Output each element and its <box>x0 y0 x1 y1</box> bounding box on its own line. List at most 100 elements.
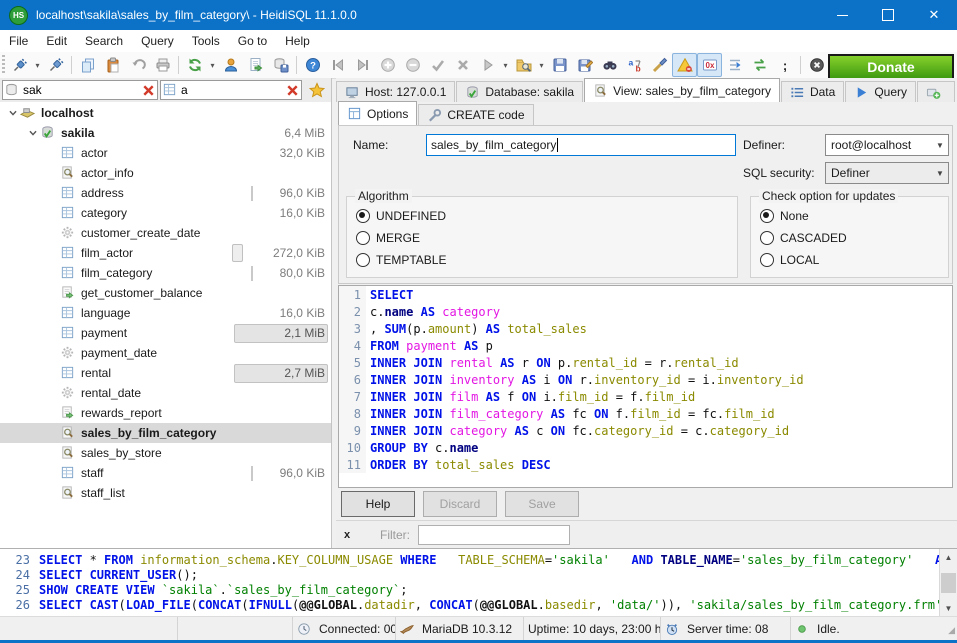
tree-item-localhost[interactable]: localhost <box>0 103 331 123</box>
tree-item-actor_info[interactable]: actor_info <box>0 163 331 183</box>
menu-item-tools[interactable]: Tools <box>183 31 229 51</box>
add-row-icon[interactable] <box>375 53 400 77</box>
tree-item-customer_create_date[interactable]: customer_create_date <box>0 223 331 243</box>
tree-item-rental_date[interactable]: rental_date <box>0 383 331 403</box>
indent-icon[interactable] <box>722 53 747 77</box>
menu-item-help[interactable]: Help <box>276 31 319 51</box>
scroll-down-icon[interactable]: ▼ <box>940 600 957 616</box>
menu-item-search[interactable]: Search <box>76 31 132 51</box>
tree-item-category[interactable]: category16,0 KiB <box>0 203 331 223</box>
replace-icon[interactable]: ab <box>622 53 647 77</box>
chevron-down-icon[interactable] <box>26 126 40 140</box>
copy-icon[interactable] <box>75 53 100 77</box>
tab-host-127-0-0-1[interactable]: Host: 127.0.0.1 <box>336 81 455 102</box>
format-brush-icon[interactable] <box>647 53 672 77</box>
run-dropdown-icon[interactable]: ▾ <box>500 54 511 76</box>
menu-item-query[interactable]: Query <box>132 31 183 51</box>
column-filter-input[interactable] <box>179 82 283 98</box>
user-manager-icon[interactable] <box>218 53 243 77</box>
open-search-icon[interactable] <box>511 53 536 77</box>
view-name-input[interactable]: sales_by_film_category <box>426 134 736 156</box>
menu-item-edit[interactable]: Edit <box>37 31 76 51</box>
reformat-icon[interactable] <box>747 53 772 77</box>
radio-temptable[interactable]: TEMPTABLE <box>347 249 737 271</box>
cancel-icon[interactable] <box>450 53 475 77</box>
tree-item-get_customer_balance[interactable]: get_customer_balance <box>0 283 331 303</box>
scroll-thumb[interactable] <box>941 573 956 593</box>
menu-item-file[interactable]: File <box>0 31 37 51</box>
filter-input[interactable] <box>418 525 570 545</box>
undo-icon[interactable] <box>125 53 150 77</box>
log-scrollbar[interactable]: ▲ ▼ <box>939 549 957 616</box>
maximize-button[interactable] <box>865 0 911 30</box>
radio-none[interactable]: None <box>751 205 948 227</box>
tree-item-payment[interactable]: payment2,1 MiB <box>0 323 331 343</box>
tree-item-language[interactable]: language16,0 KiB <box>0 303 331 323</box>
tree-item-address[interactable]: address96,0 KiB <box>0 183 331 203</box>
minimize-button[interactable] <box>819 0 865 30</box>
view-select-code-editor[interactable]: 1SELECT2c.name AS category3, SUM(p.amoun… <box>338 285 953 488</box>
tree-item-sakila[interactable]: sakila6,4 MiB <box>0 123 331 143</box>
find-icon[interactable] <box>597 53 622 77</box>
tree-item-actor[interactable]: actor32,0 KiB <box>0 143 331 163</box>
save-button[interactable]: Save <box>505 491 579 517</box>
save-icon[interactable] <box>547 53 572 77</box>
tree-item-film_actor[interactable]: film_actor272,0 KiB <box>0 243 331 263</box>
go-last-icon[interactable] <box>350 53 375 77</box>
tree-item-rewards_report[interactable]: rewards_report <box>0 403 331 423</box>
tree-item-sales_by_film_category[interactable]: sales_by_film_category <box>0 423 331 443</box>
chevron-down-icon[interactable] <box>6 106 20 120</box>
table-filter-input[interactable] <box>21 82 139 98</box>
tree-item-payment_date[interactable]: payment_date <box>0 343 331 363</box>
tab-add[interactable] <box>917 81 955 102</box>
paste-icon[interactable] <box>100 53 125 77</box>
scroll-up-icon[interactable]: ▲ <box>940 549 957 565</box>
tree-item-sales_by_store[interactable]: sales_by_store <box>0 443 331 463</box>
open-search-dropdown-icon[interactable]: ▾ <box>536 54 547 76</box>
clear-filter-icon[interactable] <box>139 82 157 98</box>
session-manager-dropdown-icon[interactable]: ▾ <box>32 54 43 76</box>
resize-grip[interactable]: ◢ <box>948 625 955 636</box>
refresh-icon[interactable] <box>182 53 207 77</box>
close-button[interactable]: ✕ <box>911 0 957 30</box>
run-icon[interactable] <box>475 53 500 77</box>
disconnect-icon[interactable] <box>43 53 68 77</box>
subtab-create-code[interactable]: CREATE code <box>418 104 533 125</box>
hex-view-icon[interactable]: 0x <box>697 53 722 77</box>
tree-item-staff[interactable]: staff96,0 KiB <box>0 463 331 483</box>
help-button[interactable]: Help <box>341 491 415 517</box>
subtab-options[interactable]: Options <box>338 101 417 125</box>
help-icon[interactable]: ? <box>300 53 325 77</box>
radio-merge[interactable]: MERGE <box>347 227 737 249</box>
remove-row-icon[interactable] <box>400 53 425 77</box>
tree-item-rental[interactable]: rental2,7 MiB <box>0 363 331 383</box>
print-icon[interactable] <box>150 53 175 77</box>
highlight-errors-icon[interactable] <box>672 53 697 77</box>
export-data-icon[interactable] <box>243 53 268 77</box>
tab-data[interactable]: Data <box>781 81 844 102</box>
discard-button[interactable]: Discard <box>423 491 497 517</box>
menu-item-go-to[interactable]: Go to <box>229 31 276 51</box>
tab-view-sales-by-film-category[interactable]: View: sales_by_film_category <box>584 78 780 102</box>
radio-local[interactable]: LOCAL <box>751 249 948 271</box>
tree-item-staff_list[interactable]: staff_list <box>0 483 331 503</box>
stop-icon[interactable] <box>804 53 829 77</box>
tab-query[interactable]: Query <box>845 81 916 102</box>
tree-item-film_category[interactable]: film_category80,0 KiB <box>0 263 331 283</box>
radio-undefined[interactable]: UNDEFINED <box>347 205 737 227</box>
favorites-star-icon[interactable] <box>306 80 328 100</box>
donate-button[interactable]: Donate <box>828 54 954 80</box>
close-filter-icon[interactable]: x <box>344 529 358 541</box>
save-as-icon[interactable] <box>572 53 597 77</box>
go-first-icon[interactable] <box>325 53 350 77</box>
tab-database-sakila[interactable]: Database: sakila <box>456 81 583 102</box>
radio-cascaded[interactable]: CASCADED <box>751 227 948 249</box>
toolbar-grip[interactable] <box>2 55 5 75</box>
sql-security-select[interactable]: Definer ▼ <box>825 162 949 184</box>
save-data-icon[interactable] <box>268 53 293 77</box>
clear-filter-icon[interactable] <box>283 82 301 98</box>
session-manager-icon[interactable] <box>7 53 32 77</box>
delimiter-icon[interactable]: ; <box>772 53 797 77</box>
refresh-dropdown-icon[interactable]: ▾ <box>207 54 218 76</box>
definer-combobox[interactable]: root@localhost ▼ <box>825 134 949 156</box>
